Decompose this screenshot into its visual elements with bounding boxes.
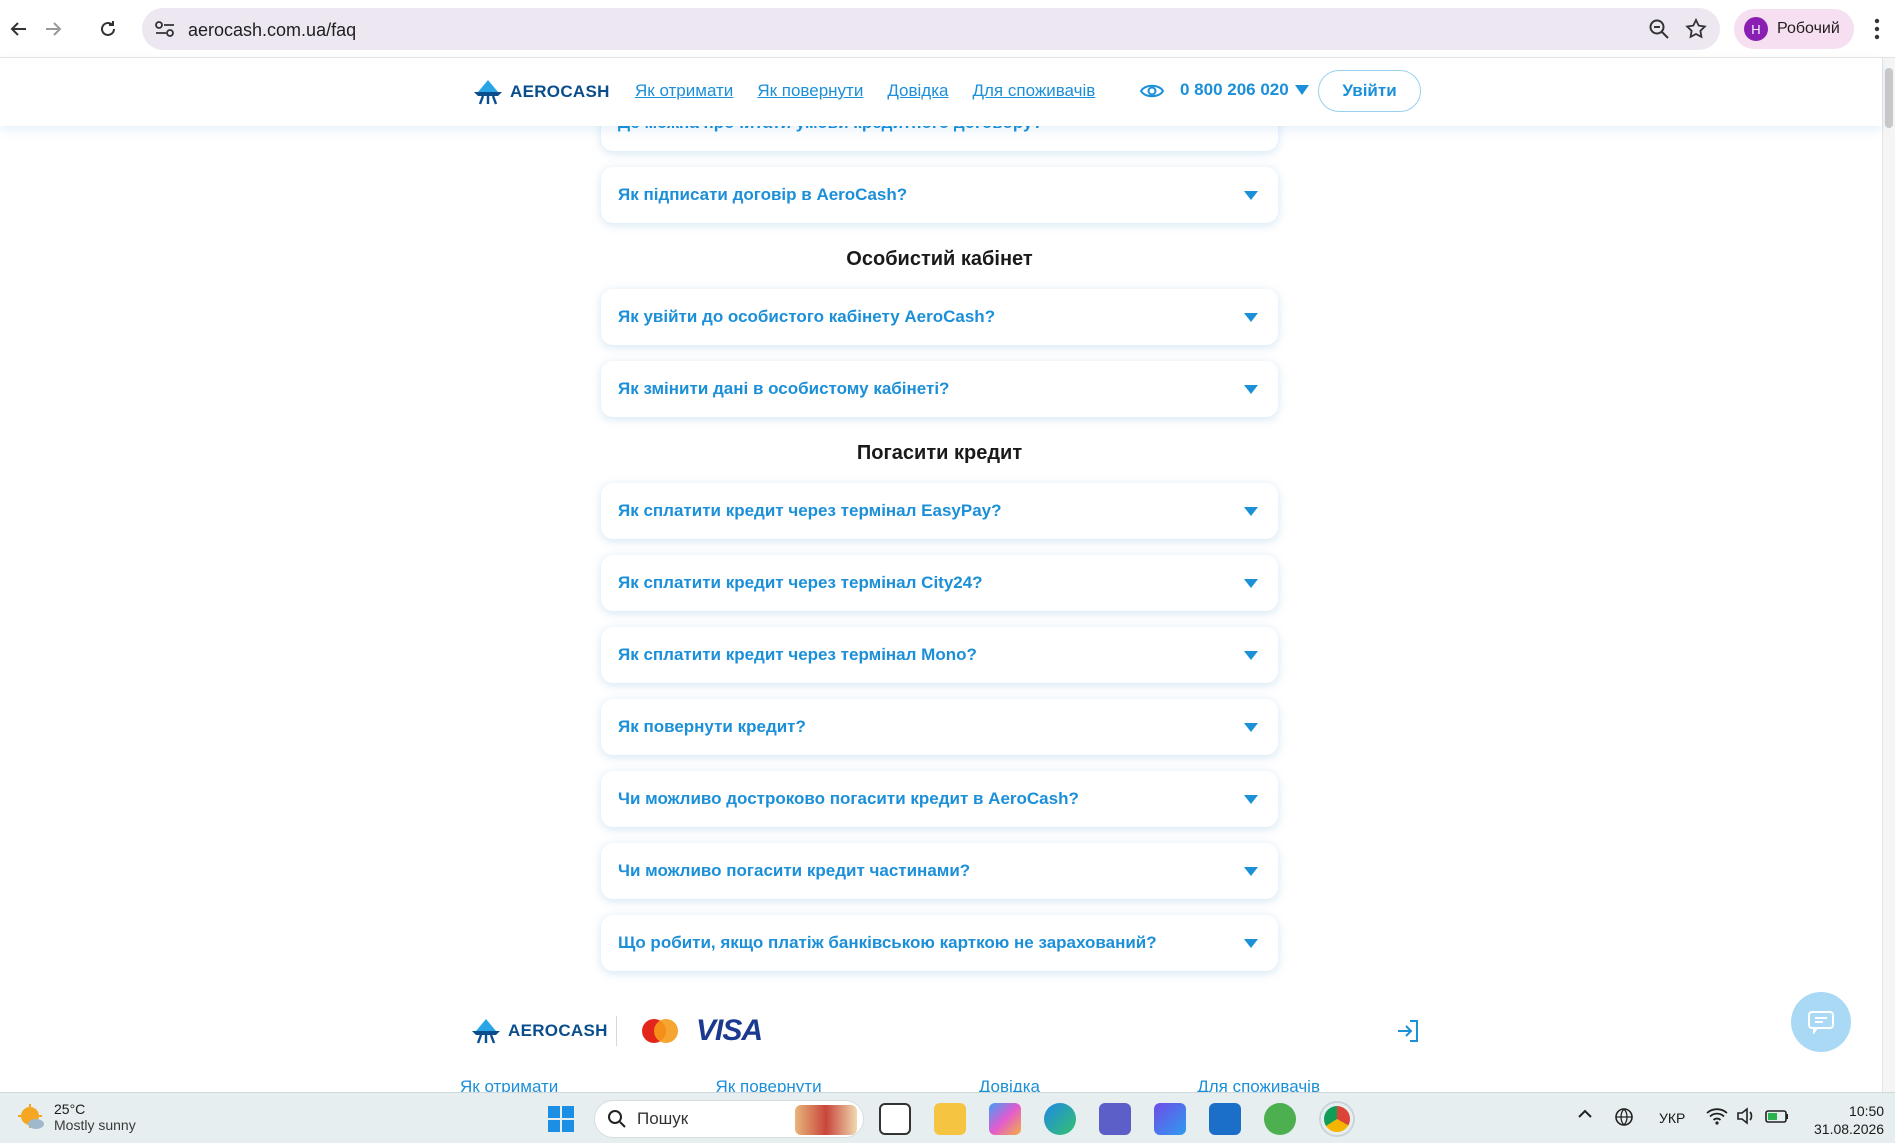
search-highlight-image <box>795 1105 857 1135</box>
faq-item-sign-contract[interactable]: Як підписати договір в AeroCash? <box>601 167 1278 223</box>
caret-down-icon <box>1244 506 1258 516</box>
site-header: AEROCASH Як отримати Як повернути Довідк… <box>0 58 1882 126</box>
taskbar-search[interactable]: Пошук <box>594 1100 864 1138</box>
language-indicator[interactable]: УКР <box>1659 1110 1685 1126</box>
eye-icon[interactable] <box>1139 80 1165 102</box>
scrollbar-thumb[interactable] <box>1885 68 1893 128</box>
footer-logo[interactable]: AEROCASH <box>470 1017 608 1045</box>
footer-link-consumers[interactable]: Для споживачів <box>1197 1077 1320 1092</box>
faq-question: Що робити, якщо платіж банківською картк… <box>618 933 1157 952</box>
faq-question: Як повернути кредит? <box>618 717 806 736</box>
faq-question: Як сплатити кредит через термінал City24… <box>618 573 983 592</box>
caret-down-icon <box>1244 650 1258 660</box>
battery-icon[interactable] <box>1764 1107 1790 1125</box>
weather-temp: 25°C <box>54 1101 86 1117</box>
header-nav: Як отримати Як повернути Довідка Для спо… <box>635 81 1095 101</box>
network-globe-icon[interactable] <box>1614 1107 1636 1127</box>
edge-icon[interactable] <box>1044 1103 1076 1135</box>
taskbar: 25°C Mostly sunny Пошук УКР 10:50 31.08.… <box>0 1092 1895 1143</box>
nav-link-consumers[interactable]: Для споживачів <box>973 81 1096 101</box>
caret-down-icon <box>1244 190 1258 200</box>
faq-question: Як сплатити кредит через термінал Mono? <box>618 645 977 664</box>
utorrent-icon[interactable] <box>1264 1103 1296 1135</box>
caret-down-icon <box>1244 578 1258 588</box>
aerocash-logo-icon <box>474 80 502 105</box>
chrome-icon[interactable] <box>1321 1103 1353 1135</box>
store-icon[interactable] <box>1209 1103 1241 1135</box>
clock-time: 10:50 <box>1849 1103 1885 1119</box>
aerocash-logo-icon <box>472 1019 500 1044</box>
wifi-icon[interactable] <box>1706 1107 1728 1125</box>
page-scrollbar[interactable] <box>1882 58 1895 1092</box>
search-icon <box>608 1110 626 1128</box>
login-button[interactable]: Увійти <box>1318 70 1421 112</box>
file-explorer-icon[interactable] <box>934 1103 966 1135</box>
faq-page: Де можна прочитати умови кредитного дого… <box>0 0 1882 1092</box>
footer-link-return[interactable]: Як повернути <box>716 1077 822 1092</box>
search-placeholder: Пошук <box>637 1109 689 1128</box>
logo-text: AEROCASH <box>510 82 610 101</box>
faq-question: Як сплатити кредит через термінал EasyPa… <box>618 501 1002 520</box>
footer-divider <box>616 1016 617 1046</box>
caret-down-icon <box>1244 866 1258 876</box>
volume-icon[interactable] <box>1736 1107 1756 1125</box>
faq-question: Як змінити дані в особистому кабінеті? <box>618 379 950 398</box>
faq-question: Чи можливо достроково погасити кредит в … <box>618 789 1079 808</box>
windows-start-icon[interactable] <box>547 1105 575 1133</box>
faq-item-repay[interactable]: Як повернути кредит? <box>601 699 1278 755</box>
login-icon[interactable] <box>1396 1018 1420 1044</box>
weather-condition: Mostly sunny <box>54 1117 136 1133</box>
chevron-up-icon[interactable] <box>1577 1107 1593 1119</box>
faq-item-early-repay[interactable]: Чи можливо достроково погасити кредит в … <box>601 771 1278 827</box>
caret-down-icon <box>1244 312 1258 322</box>
caret-down-icon <box>1294 85 1309 95</box>
weather-widget[interactable]: 25°C Mostly sunny <box>16 1101 136 1133</box>
task-view-icon[interactable] <box>879 1103 911 1135</box>
app-hexagon-icon[interactable] <box>1154 1103 1186 1135</box>
faq-item-easypay[interactable]: Як сплатити кредит через термінал EasyPa… <box>601 483 1278 539</box>
chat-icon <box>1808 1011 1834 1034</box>
caret-down-icon <box>1244 938 1258 948</box>
nav-link-get[interactable]: Як отримати <box>635 81 733 101</box>
footer-link-get[interactable]: Як отримати <box>460 1077 558 1092</box>
faq-item-cabinet-login[interactable]: Як увійти до особистого кабінету AeroCas… <box>601 289 1278 345</box>
taskbar-clock[interactable]: 10:50 31.08.2026 <box>1814 1102 1884 1138</box>
clock-date: 31.08.2026 <box>1814 1121 1885 1137</box>
caret-down-icon <box>1244 722 1258 732</box>
mastercard-icon <box>642 1019 678 1043</box>
nav-link-return[interactable]: Як повернути <box>757 81 863 101</box>
faq-question: Як увійти до особистого кабінету AeroCas… <box>618 307 996 326</box>
faq-item-cabinet-edit[interactable]: Як змінити дані в особистому кабінеті? <box>601 361 1278 417</box>
faq-item-card-payment[interactable]: Що робити, якщо платіж банківською картк… <box>601 915 1278 971</box>
faq-question: Як підписати договір в AeroCash? <box>618 185 908 204</box>
caret-down-icon <box>1244 794 1258 804</box>
faq-question: Чи можливо погасити кредит частинами? <box>618 861 971 880</box>
caret-down-icon <box>1244 384 1258 394</box>
section-title-repay: Погасити кредит <box>856 442 1023 464</box>
nav-link-help[interactable]: Довідка <box>887 81 948 101</box>
visa-logo: VISA <box>696 1014 763 1047</box>
footer-nav: Як отримати Як повернути Довідка Для спо… <box>460 1077 1320 1092</box>
logo-text: AEROCASH <box>508 1021 608 1040</box>
section-title-cabinet: Особистий кабінет <box>846 248 1033 270</box>
faq-item-mono[interactable]: Як сплатити кредит через термінал Mono? <box>601 627 1278 683</box>
chat-button[interactable] <box>1791 992 1851 1052</box>
phone-number: 0 800 206 020 <box>1180 80 1289 99</box>
faq-item-partial-repay[interactable]: Чи можливо погасити кредит частинами? <box>601 843 1278 899</box>
header-logo[interactable]: AEROCASH <box>472 78 610 106</box>
footer-link-help[interactable]: Довідка <box>979 1077 1040 1092</box>
phone-dropdown[interactable]: 0 800 206 020 <box>1180 80 1309 100</box>
copilot-icon[interactable] <box>989 1103 1021 1135</box>
sun-icon <box>18 1104 44 1129</box>
teams-icon[interactable] <box>1099 1103 1131 1135</box>
faq-item-city24[interactable]: Як сплатити кредит через термінал City24… <box>601 555 1278 611</box>
